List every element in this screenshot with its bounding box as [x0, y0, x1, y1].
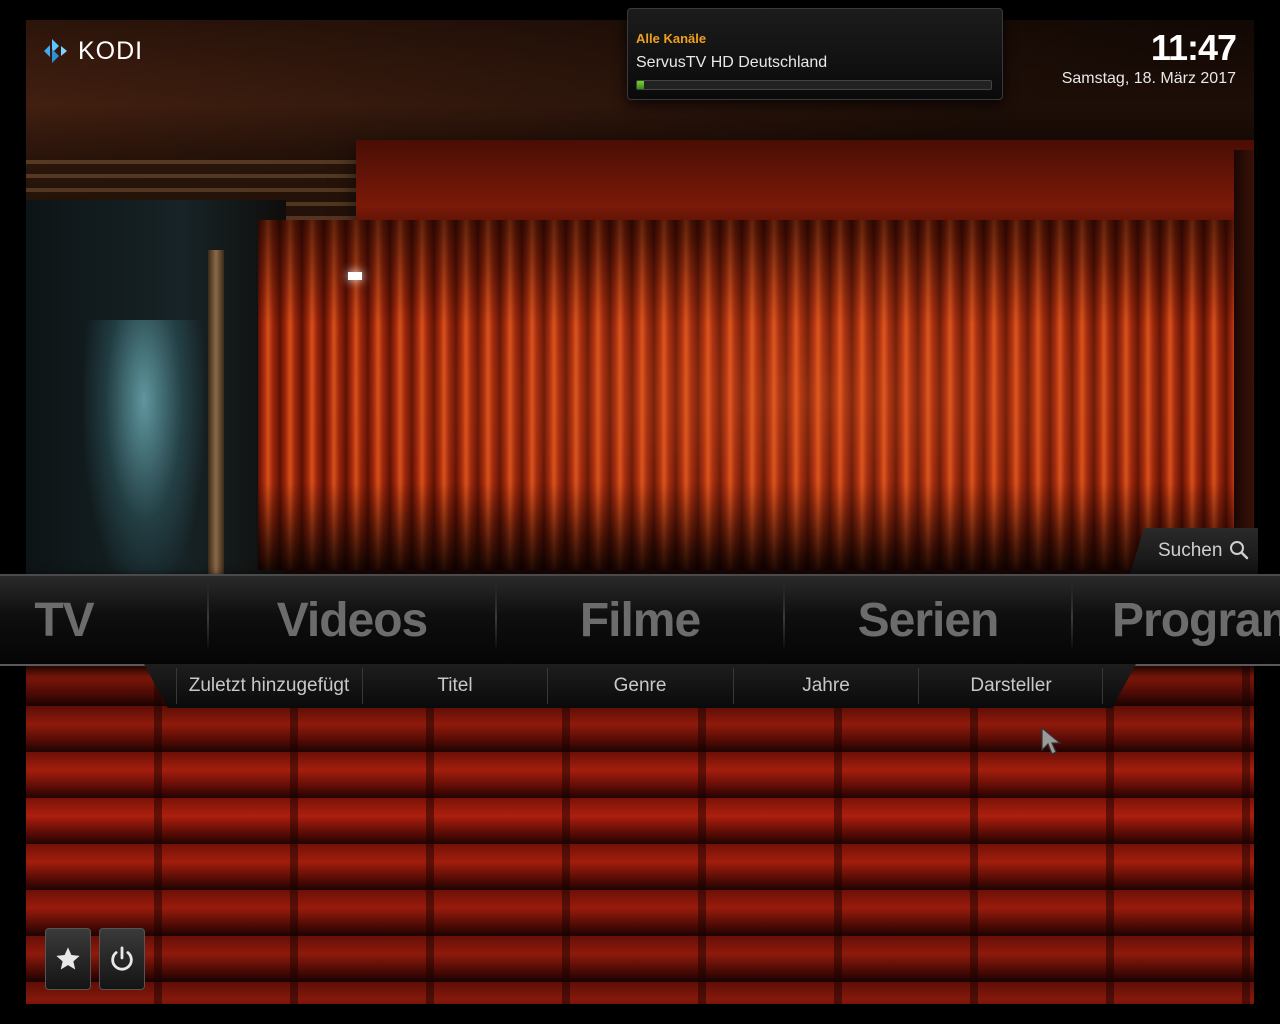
sub-menu-item-genre[interactable]: Genre: [548, 664, 732, 708]
power-button[interactable]: [99, 928, 145, 990]
main-menu-item-programme[interactable]: Programme: [1072, 576, 1280, 664]
search-label: Suchen: [1158, 540, 1223, 561]
spotlight: [84, 320, 204, 590]
clock-time: 11:47: [1150, 27, 1237, 68]
main-menu-item-tv[interactable]: TV: [0, 576, 208, 664]
search-icon: [1230, 541, 1249, 560]
main-menu-item-videos[interactable]: Videos: [208, 576, 496, 664]
kodi-logo-text: KODI: [78, 36, 144, 65]
sub-menu-item-darsteller[interactable]: Darsteller: [919, 664, 1103, 708]
mouse-cursor-icon: [1041, 726, 1062, 755]
sub-menu-item-recently-added[interactable]: Zuletzt hinzugefügt: [177, 664, 361, 708]
cinema-seat-gaps: [26, 660, 1254, 1004]
power-icon: [111, 946, 133, 971]
main-menu: TV Videos Filme Serien Programme: [0, 574, 1280, 666]
sub-menu-item-titel[interactable]: Titel: [363, 664, 547, 708]
stage-lights: [348, 272, 362, 280]
star-icon: [56, 947, 80, 970]
search-button[interactable]: Suchen: [1130, 528, 1258, 574]
background-scene: [26, 20, 1254, 1004]
sub-menu-separator: [1102, 668, 1103, 704]
favourites-button[interactable]: [45, 928, 91, 990]
pvr-progress-bar: [636, 80, 992, 90]
pvr-channel-name: ServusTV HD Deutschland: [636, 54, 828, 71]
theater-right-wall: [1234, 150, 1254, 590]
theater-pillar: [208, 250, 224, 590]
pvr-now-playing[interactable]: Alle Kanäle ServusTV HD Deutschland: [627, 8, 1003, 100]
curtain-glow: [258, 220, 1254, 570]
clock-date: Samstag, 18. März 2017: [1061, 70, 1236, 87]
pvr-progress-fill: [637, 81, 645, 89]
pvr-channel-group: Alle Kanäle: [636, 31, 707, 46]
kodi-logo-icon: [44, 39, 67, 63]
clock: 11:47 Samstag, 18. März 2017: [1061, 27, 1237, 88]
kodi-logo: KODI: [40, 36, 143, 66]
sub-menu: Zuletzt hinzugefügt Titel Genre Jahre Da…: [144, 664, 1136, 708]
main-menu-item-serien[interactable]: Serien: [784, 576, 1072, 664]
sub-menu-item-jahre[interactable]: Jahre: [734, 664, 918, 708]
main-menu-item-filme[interactable]: Filme: [496, 576, 784, 664]
